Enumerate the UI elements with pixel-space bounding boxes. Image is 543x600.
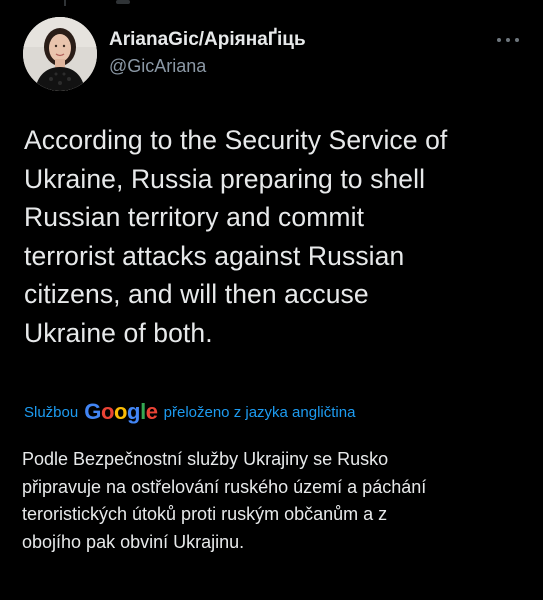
translation-prefix: Službou [24,403,79,421]
thread-connector [0,0,543,6]
thread-line [64,0,66,6]
google-logo: Google [84,399,158,424]
author-handle[interactable]: @GicAriana [109,56,206,77]
tweet-text: According to the Security Service of Ukr… [24,125,448,348]
translation-attribution[interactable]: Službou Google přeloženo z jazyka anglič… [24,399,355,425]
avatar[interactable] [23,17,97,91]
thread-dot [116,0,130,4]
translation-suffix: přeloženo z jazyka angličtina [163,403,356,421]
author-display-name[interactable]: ArianaGic/АріянаҐіць [109,29,306,51]
avatar-image [23,17,97,91]
more-horizontal-icon [497,38,519,42]
tweet: ArianaGic/АріянаҐіць @GicAriana Accordin… [0,0,543,600]
translated-text: Podle Bezpečnostní služby Ukrajiny se Ru… [22,449,427,552]
more-options-button[interactable] [494,30,522,50]
